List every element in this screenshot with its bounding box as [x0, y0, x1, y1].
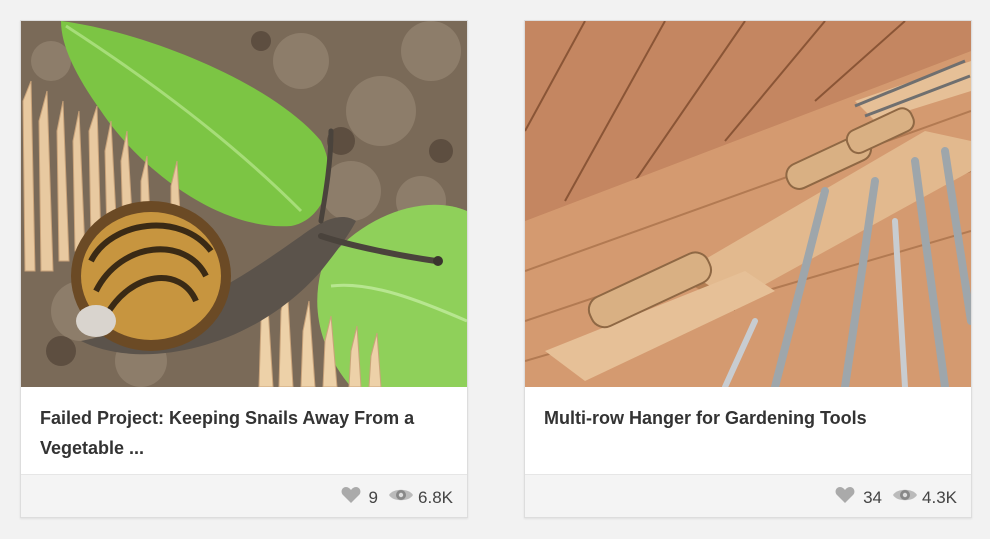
view-count: 4.3K [922, 487, 957, 507]
project-title[interactable]: Multi-row Hanger for Gardening Tools [544, 403, 955, 433]
snail-image [21, 21, 467, 387]
card-stats: 34 4.3K [835, 486, 957, 509]
project-grid: Failed Project: Keeping Snails Away From… [0, 0, 990, 539]
card-footer: 34 4.3K [525, 474, 971, 517]
eye-icon [892, 486, 918, 509]
project-title[interactable]: Failed Project: Keeping Snails Away From… [40, 403, 451, 463]
heart-icon[interactable] [835, 486, 855, 509]
card-footer: 9 6.8K [21, 474, 467, 517]
card-stats: 9 6.8K [341, 486, 453, 509]
like-count: 9 [368, 487, 379, 507]
project-thumbnail-snail[interactable] [21, 21, 467, 387]
eye-icon [388, 486, 414, 509]
heart-icon[interactable] [341, 486, 361, 509]
tool-hanger-image [525, 21, 971, 387]
like-count: 34 [863, 487, 883, 507]
view-count: 6.8K [418, 487, 453, 507]
project-card[interactable]: Multi-row Hanger for Gardening Tools 34 [524, 20, 972, 518]
project-thumbnail-tool-hanger[interactable] [525, 21, 971, 387]
project-card[interactable]: Failed Project: Keeping Snails Away From… [20, 20, 468, 518]
